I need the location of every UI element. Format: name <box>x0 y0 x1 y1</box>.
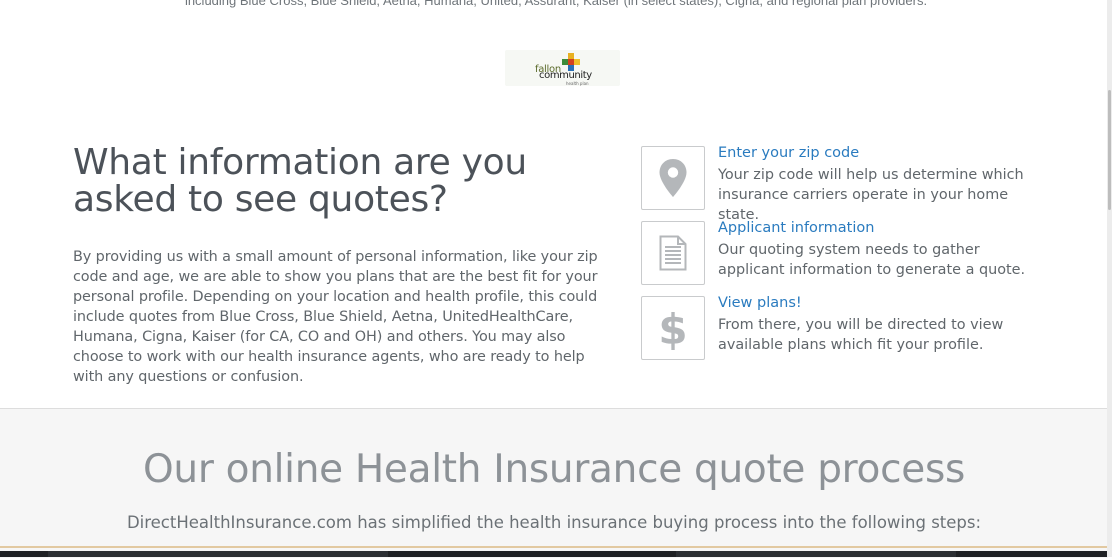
svg-text:$: $ <box>660 306 686 350</box>
step-description: Your zip code will help us determine whi… <box>718 167 1024 223</box>
fallon-cross-logo-icon <box>562 53 580 71</box>
map-pin-icon <box>659 159 687 197</box>
carriers-intro-text: including Blue Cross, Blue Shield, Aetna… <box>184 0 928 8</box>
logo-word-health-plan: health plan <box>566 81 589 86</box>
fallon-community-logo: fallon community health plan <box>505 50 620 86</box>
bottom-dark-strip <box>0 551 1112 557</box>
strip-segment <box>676 551 956 557</box>
step-title-link[interactable]: View plans! <box>718 295 802 311</box>
info-paragraph: By providing us with a small amount of p… <box>73 249 598 385</box>
quote-process-heading: Our online Health Insurance quote proces… <box>143 447 965 492</box>
step-title-link[interactable]: Applicant information <box>718 220 874 236</box>
step-applicant-information: Applicant information Our quoting system… <box>641 220 1061 285</box>
scrollbar-thumb[interactable] <box>1108 90 1111 210</box>
step-zip-code: Enter your zip code Your zip code will h… <box>641 145 1061 223</box>
step-description: From there, you will be directed to view… <box>718 317 1004 353</box>
dollar-sign-icon: $ <box>660 306 686 350</box>
step-icon-box <box>641 221 705 285</box>
logo-word-community: community <box>539 70 592 81</box>
strip-segment <box>48 551 388 557</box>
document-icon <box>659 235 687 271</box>
step-icon-box <box>641 146 705 210</box>
step-description: Our quoting system needs to gather appli… <box>718 242 1026 278</box>
quote-process-section: Our online Health Insurance quote proces… <box>0 408 1108 558</box>
step-icon-box: $ <box>641 296 705 360</box>
quote-process-subheading: DirectHealthInsurance.com has simplified… <box>126 513 982 532</box>
step-title-link[interactable]: Enter your zip code <box>718 145 859 161</box>
info-heading: What information are you asked to see qu… <box>73 142 527 220</box>
step-view-plans: $ View plans! From there, you will be di… <box>641 295 1061 360</box>
page-scrollbar[interactable] <box>1107 0 1112 557</box>
section-divider <box>0 546 1108 548</box>
